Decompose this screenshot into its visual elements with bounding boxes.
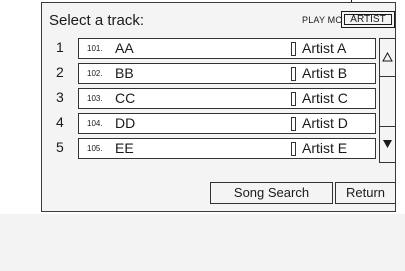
row-index: 4 — [56, 114, 64, 130]
separator-marker — [291, 142, 296, 156]
scroll-down-button[interactable] — [380, 126, 395, 162]
track-item[interactable]: 103. CC Artist C — [78, 88, 376, 109]
track-item[interactable]: 102. BB Artist B — [78, 63, 376, 84]
track-artist: Artist C — [302, 90, 348, 106]
track-name: AA — [115, 40, 134, 56]
track-name: CC — [115, 90, 136, 106]
page-title: Select a track: — [49, 12, 145, 29]
track-name: EE — [115, 140, 134, 156]
track-number: 103. — [87, 94, 103, 103]
track-row[interactable]: 5 105. EE Artist E — [56, 138, 377, 159]
track-row[interactable]: 2 102. BB Artist B — [56, 63, 377, 84]
track-artist: Artist A — [302, 40, 347, 56]
separator-marker — [291, 67, 296, 81]
separator-marker — [291, 92, 296, 106]
track-item[interactable]: 105. EE Artist E — [78, 138, 376, 159]
track-item[interactable]: 101. AA Artist A — [78, 38, 376, 59]
triangle-up-icon — [382, 52, 393, 62]
row-index: 2 — [56, 64, 64, 80]
track-item[interactable]: 104. DD Artist D — [78, 113, 376, 134]
track-name: DD — [115, 115, 136, 131]
row-index: 5 — [56, 139, 64, 155]
row-index: 3 — [56, 89, 64, 105]
track-artist: Artist D — [302, 115, 348, 131]
scroll-track[interactable] — [380, 77, 395, 126]
track-row[interactable]: 3 103. CC Artist C — [56, 88, 377, 109]
track-number: 101. — [87, 44, 103, 53]
track-number: 105. — [87, 144, 103, 153]
row-index: 1 — [56, 39, 64, 55]
track-row[interactable]: 1 101. AA Artist A — [56, 38, 377, 59]
song-search-button[interactable]: Song Search — [210, 182, 333, 204]
track-row[interactable]: 4 104. DD Artist D — [56, 113, 377, 134]
artist-mode-label: ARTIST — [350, 14, 386, 25]
artist-mode-button[interactable]: ARTIST — [341, 11, 395, 28]
track-number: 102. — [87, 69, 103, 78]
scrollbar[interactable] — [379, 38, 396, 163]
lower-background — [0, 214, 405, 271]
separator-marker — [291, 117, 296, 131]
track-list: 1 101. AA Artist A 2 102. BB Artist B 3 … — [56, 38, 377, 163]
return-button[interactable]: Return — [335, 182, 396, 204]
track-name: BB — [115, 65, 134, 81]
track-number: 104. — [87, 119, 103, 128]
separator-marker — [291, 42, 296, 56]
track-artist: Artist B — [302, 65, 348, 81]
track-artist: Artist E — [302, 140, 348, 156]
triangle-down-icon — [383, 140, 392, 148]
scroll-up-button[interactable] — [380, 39, 395, 77]
